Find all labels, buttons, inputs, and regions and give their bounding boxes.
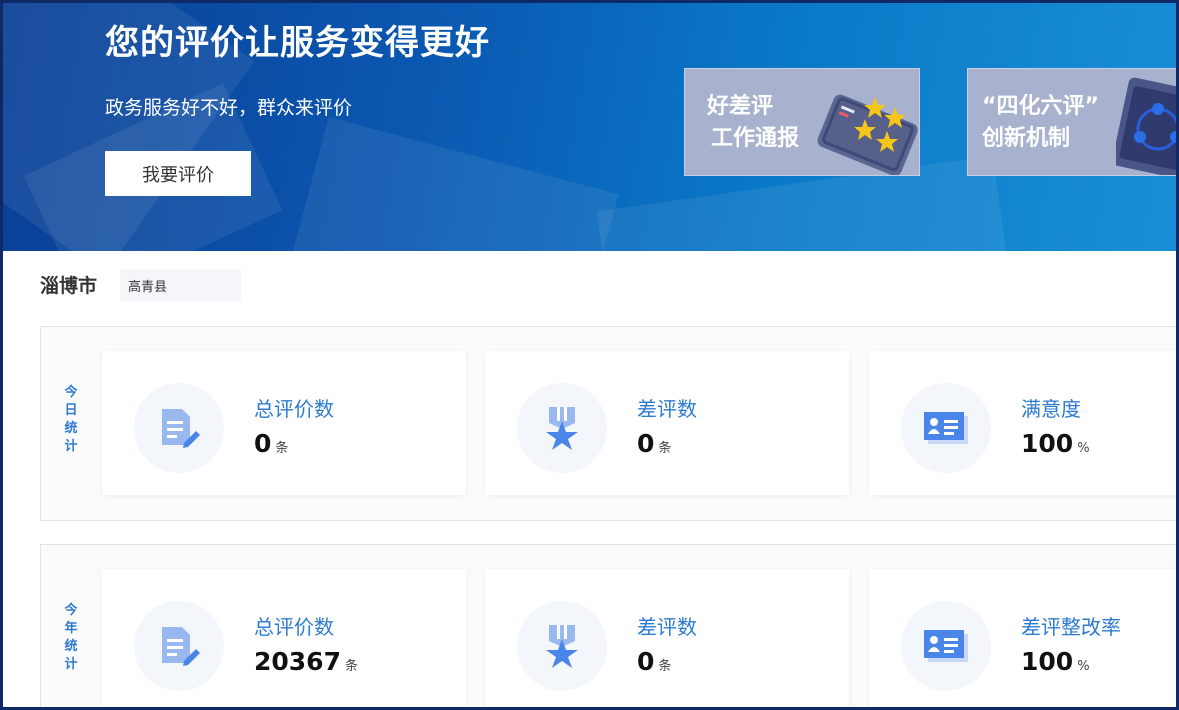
id-card-icon [924,630,968,662]
document-edit-icon [162,409,200,448]
promo-line1: “四化六评” [982,94,1099,119]
document-edit-icon [162,627,200,666]
ribbon-star-icon [546,625,578,668]
stat-card-rectification-rate: 差评整改率 100% [869,569,1176,707]
id-card-icon [924,412,968,444]
stat-label: 差评整改率 [1021,615,1121,639]
promo-line2: 工作通报 [711,126,800,151]
stat-label: 总评价数 [254,615,334,639]
stat-value: 0条 [637,647,672,676]
stat-card-total-reviews: 总评价数 20367 条 [102,569,466,707]
stat-value: 100% [1021,429,1090,458]
banner-title: 您的评价让服务变得更好 [105,23,490,63]
stat-label: 差评数 [637,615,697,639]
today-stats-label: 今 日 统 计 [64,385,78,454]
promo-line2: 创新机制 [982,126,1071,151]
city-name: 淄博市 [40,275,98,297]
stat-label: 差评数 [637,397,697,421]
stat-value: 0条 [637,429,672,458]
today-stats-section: 今 日 统 计 总评价数 0条 差评数 0 条 满意度 100 % [40,326,1176,521]
stat-card-satisfaction: 满意度 100% [869,351,1176,495]
stat-value: 20367 条 [254,647,358,676]
promo-card-innovation-mechanism[interactable]: “四化六评” 创新机制 [967,68,1176,176]
rate-button[interactable]: 我要评价 [105,151,251,196]
stat-card-total-reviews: 总评价数 0条 [102,351,466,495]
county-selector[interactable]: 高青县 [120,269,241,301]
stat-label: 满意度 [1021,397,1081,421]
hero-banner: 您的评价让服务变得更好 政务服务好不好，群众来评价 我要评价 好差评 工作通报 [3,3,1176,251]
stat-value: 0条 [254,429,289,458]
stat-card-bad-reviews: 差评数 0条 [485,351,849,495]
banner-subtitle: 政务服务好不好，群众来评价 [105,97,353,119]
rating-tablet-icon [817,94,918,175]
network-monitor-icon [1116,77,1176,175]
ribbon-star-icon [546,407,578,450]
promo-card-good-bad-report[interactable]: 好差评 工作通报 [684,68,920,176]
year-stats-label: 今 年 统 计 [64,603,78,672]
stat-card-bad-reviews: 差评数 0条 [485,569,849,707]
stat-label: 总评价数 [254,397,334,421]
page-frame: 您的评价让服务变得更好 政务服务好不好，群众来评价 我要评价 好差评 工作通报 [0,0,1179,710]
promo-line1: 好差评 [707,94,774,119]
stat-value: 100% [1021,647,1090,676]
year-stats-section: 今 年 统 计 总评价数 20367 条 差评数 0 条 差评整改率 100 % [40,544,1176,707]
